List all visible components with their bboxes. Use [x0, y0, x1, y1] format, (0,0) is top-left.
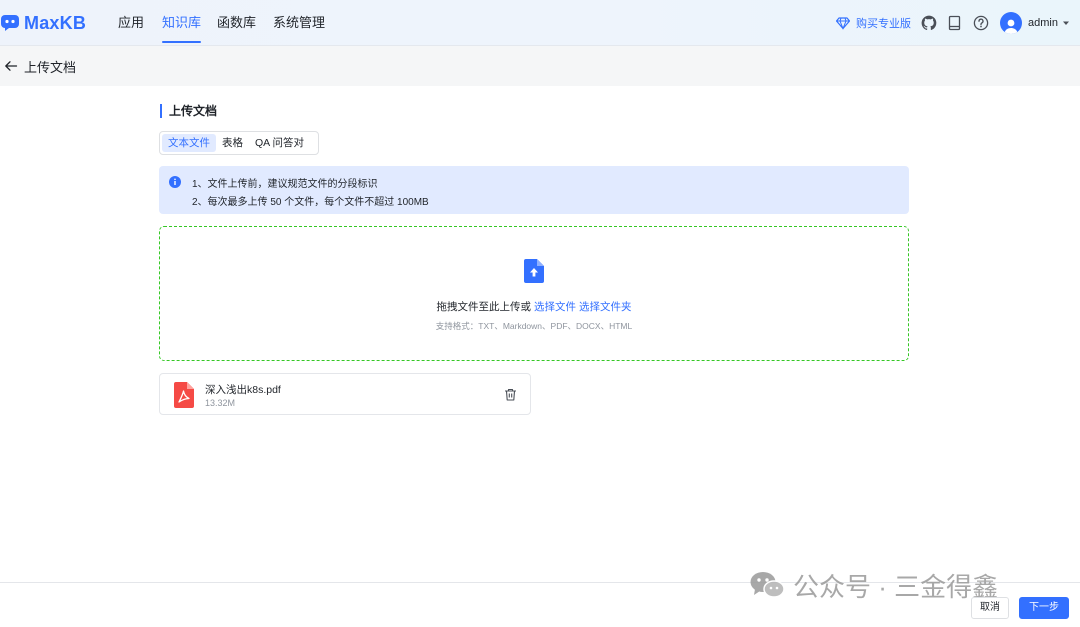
pdf-file-icon: [174, 382, 194, 408]
username: admin: [1028, 17, 1058, 29]
file-type-tabs: 文本文件 表格 QA 问答对: [159, 131, 319, 155]
nav-item-knowledge-base[interactable]: 知识库: [162, 0, 202, 46]
footer-actions: 公众号 · 三金得鑫 取消 下一步: [0, 572, 1080, 627]
caret-down-icon: [1062, 21, 1069, 25]
select-folder-link[interactable]: 选择文件夹: [579, 301, 632, 313]
user-icon: [1004, 19, 1018, 34]
dropzone-prompt-text: 拖拽文件至此上传或: [436, 301, 532, 313]
page-title: 上传文档: [24, 59, 77, 75]
back-arrow-icon[interactable]: [4, 59, 18, 73]
diamond-icon: [836, 17, 850, 30]
buy-pro-label: 购买专业版: [856, 18, 911, 30]
supported-formats: 支持格式：TXT、Markdown、PDF、DOCX、HTML: [435, 321, 633, 331]
app-name: MaxKB: [24, 13, 87, 33]
tab-text-file[interactable]: 文本文件: [162, 134, 216, 152]
avatar: [1000, 12, 1022, 34]
wechat-icon: [750, 572, 785, 598]
tip-line: 1、文件上传前，建议规范文件的分段标识: [192, 179, 378, 190]
file-name: 深入浅出k8s.pdf: [205, 384, 281, 396]
app-logo[interactable]: MaxKB: [0, 12, 86, 34]
cancel-button[interactable]: 取消: [971, 597, 1009, 619]
nav-item-system-management[interactable]: 系统管理: [273, 0, 325, 46]
tip-line: 2、每次最多上传 50 个文件，每个文件不超过 100MB: [192, 197, 429, 208]
upload-file-icon: [524, 259, 544, 283]
select-file-link[interactable]: 选择文件: [534, 301, 576, 313]
next-step-button[interactable]: 下一步: [1019, 597, 1069, 619]
top-navigation-bar: MaxKB 应用 知识库 函数库 系统管理 购买专业版 admin: [0, 0, 1080, 46]
watermark: 公众号 · 三金得鑫: [749, 569, 999, 602]
file-dropzone[interactable]: 拖拽文件至此上传或 选择文件 选择文件夹 支持格式：TXT、Markdown、PDF…: [159, 226, 909, 361]
file-size: 13.32M: [205, 398, 236, 408]
upload-document-card: 上传文档 文本文件 表格 QA 问答对 1、文件上传前，建议规范文件的分段标识 …: [0, 86, 1080, 582]
user-menu[interactable]: admin: [1000, 12, 1070, 34]
tab-spreadsheet[interactable]: 表格: [216, 134, 249, 152]
buy-pro-link[interactable]: 购买专业版: [836, 14, 911, 32]
upload-tips: 1、文件上传前，建议规范文件的分段标识 2、每次最多上传 50 个文件，每个文件…: [159, 166, 909, 214]
help-icon[interactable]: [973, 15, 989, 31]
uploaded-file-item: 深入浅出k8s.pdf 13.32M: [159, 373, 531, 415]
dropzone-prompt: 拖拽文件至此上传或 选择文件 选择文件夹: [160, 299, 908, 314]
tab-qa-pairs[interactable]: QA 问答对: [249, 134, 310, 152]
page-header: 上传文档: [0, 47, 1080, 85]
github-icon[interactable]: [921, 15, 937, 31]
delete-icon[interactable]: [504, 388, 517, 401]
section-title: 上传文档: [160, 104, 217, 118]
document-icon[interactable]: [947, 15, 963, 31]
nav-item-apps[interactable]: 应用: [118, 0, 144, 46]
nav-item-function-library[interactable]: 函数库: [217, 0, 256, 46]
watermark-text: 公众号 · 三金得鑫: [793, 571, 999, 602]
logo-chat-icon: [1, 15, 19, 31]
info-icon: [169, 176, 181, 188]
